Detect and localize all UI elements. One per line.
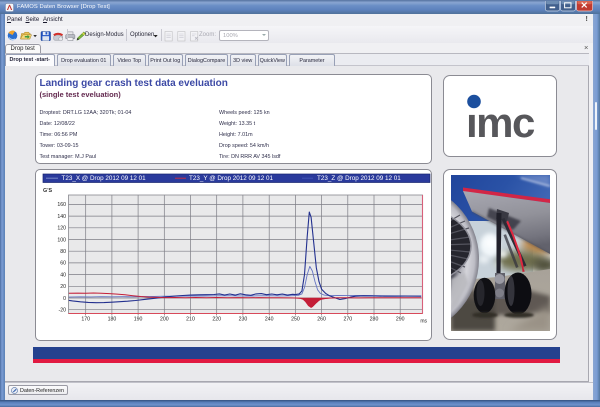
svg-text:T23_Y @ Drop 2012 09 12 01: T23_Y @ Drop 2012 09 12 01 [189,175,273,182]
svg-text:ms: ms [420,319,427,325]
svg-text:170: 170 [81,317,90,323]
svg-text:140: 140 [57,214,66,220]
svg-text:260: 260 [317,317,326,323]
svg-text:100: 100 [57,237,66,243]
svg-text:270: 270 [343,317,352,323]
svg-text:0: 0 [63,296,66,302]
svg-text:ımc: ımc [466,99,535,146]
svg-text:-20: -20 [58,308,66,314]
svg-text:20: 20 [60,284,66,290]
svg-text:60: 60 [60,261,66,267]
svg-text:190: 190 [133,317,142,323]
svg-text:T23_X @ Drop 2012 09 12 01: T23_X @ Drop 2012 09 12 01 [61,175,146,182]
svg-text:240: 240 [264,317,273,323]
svg-text:180: 180 [107,317,116,323]
svg-text:290: 290 [395,317,404,323]
svg-text:80: 80 [60,249,66,255]
svg-text:160: 160 [57,202,66,208]
svg-text:200: 200 [159,317,168,323]
svg-text:220: 220 [212,317,221,323]
svg-text:250: 250 [291,317,300,323]
svg-text:T23_Z @ Drop 2012 09 12 01: T23_Z @ Drop 2012 09 12 01 [317,175,401,182]
svg-text:40: 40 [60,272,66,278]
svg-text:G'S: G'S [43,188,52,194]
svg-text:120: 120 [57,226,66,232]
svg-text:210: 210 [186,317,195,323]
svg-text:230: 230 [238,317,247,323]
svg-text:280: 280 [369,317,378,323]
